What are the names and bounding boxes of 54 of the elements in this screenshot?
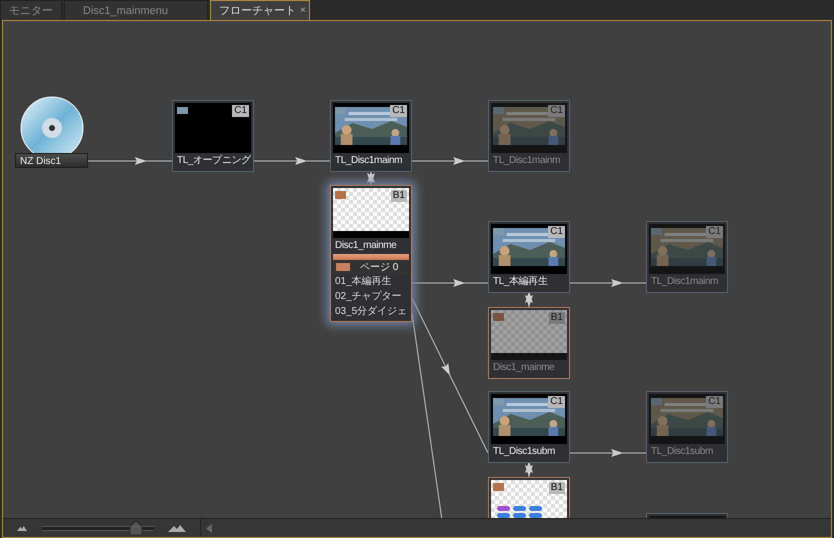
node-label: Disc1_mainme <box>492 361 556 375</box>
menu-node[interactable]: B1 Disc1_mainme ページ 0 01_本編再生 02_チャプター 03_5分ダイジェ <box>330 185 412 322</box>
timeline-icon <box>335 106 346 114</box>
node-badge: C1 <box>548 105 565 117</box>
node-badge: B1 <box>548 312 565 324</box>
node-label: Disc1_mainme <box>334 239 398 253</box>
scroll-left-icon[interactable] <box>206 524 212 532</box>
page-icon <box>336 263 350 271</box>
node-label: TL_Disc1mainm <box>650 275 720 289</box>
timeline-icon <box>651 227 662 235</box>
node-badge: C1 <box>390 105 407 117</box>
timeline-node[interactable]: C1 TL_Disc1mainm <box>646 221 728 293</box>
node-badge: C1 <box>232 105 249 117</box>
timeline-node[interactable]: C1 TL_オープニング <box>172 100 254 172</box>
node-label: TL_オープニング <box>176 154 251 168</box>
disc-label[interactable]: NZ Disc1 <box>15 153 88 168</box>
menu-icon <box>335 191 346 199</box>
menu-node[interactable]: B1 Disc1_mainme <box>488 307 570 379</box>
page-label: ページ 0 <box>360 261 398 274</box>
node-label: TL_Disc1mainm <box>334 154 404 168</box>
node-badge: C1 <box>706 396 723 408</box>
timeline-node[interactable]: C1 TL_Disc1subm <box>646 391 728 463</box>
node-label: TL_Disc1subm <box>650 445 714 459</box>
node-label: TL_Disc1mainm <box>492 154 562 168</box>
slider-thumb[interactable] <box>130 521 142 535</box>
node-badge: C1 <box>548 226 565 238</box>
timeline-icon <box>493 397 504 405</box>
menu-icon <box>493 483 504 491</box>
timeline-icon <box>651 397 662 405</box>
timeline-node[interactable]: C1 TL_本編再生 <box>488 221 570 293</box>
timeline-node[interactable]: C1 TL_Disc1mainm <box>330 100 412 172</box>
menu-node[interactable]: B1 <box>488 477 570 518</box>
tab[interactable]: Disc1_mainmenu <box>64 0 208 20</box>
zoom-out-icon[interactable] <box>17 526 27 530</box>
node-badge: B1 <box>548 482 565 494</box>
timeline-icon <box>493 106 504 114</box>
node-badge: B1 <box>390 190 407 202</box>
menu-icon <box>493 313 504 321</box>
tab[interactable]: モニター <box>0 0 62 20</box>
node-label: TL_本編再生 <box>492 274 548 289</box>
node-label: TL_Disc1subm <box>492 445 556 459</box>
timeline-icon <box>177 106 188 114</box>
tab-label: フローチャート <box>219 4 296 18</box>
node-badge: C1 <box>548 396 565 408</box>
zoom-in-icon[interactable] <box>168 524 186 532</box>
close-button[interactable]: × <box>300 5 306 16</box>
tab[interactable]: フローチャート × <box>210 0 310 20</box>
menu-button-item[interactable]: 03_5分ダイジェ <box>333 304 409 319</box>
timeline-node[interactable]: C1 TL_Disc1mainm <box>488 100 570 172</box>
timeline-node[interactable]: C1 TL_Disc1subm <box>488 391 570 463</box>
node-badge: C1 <box>706 226 723 238</box>
menu-button-item[interactable]: 01_本編再生 <box>333 274 409 289</box>
menu-button-item[interactable]: 02_チャプター <box>333 289 409 304</box>
timeline-icon <box>493 227 504 235</box>
